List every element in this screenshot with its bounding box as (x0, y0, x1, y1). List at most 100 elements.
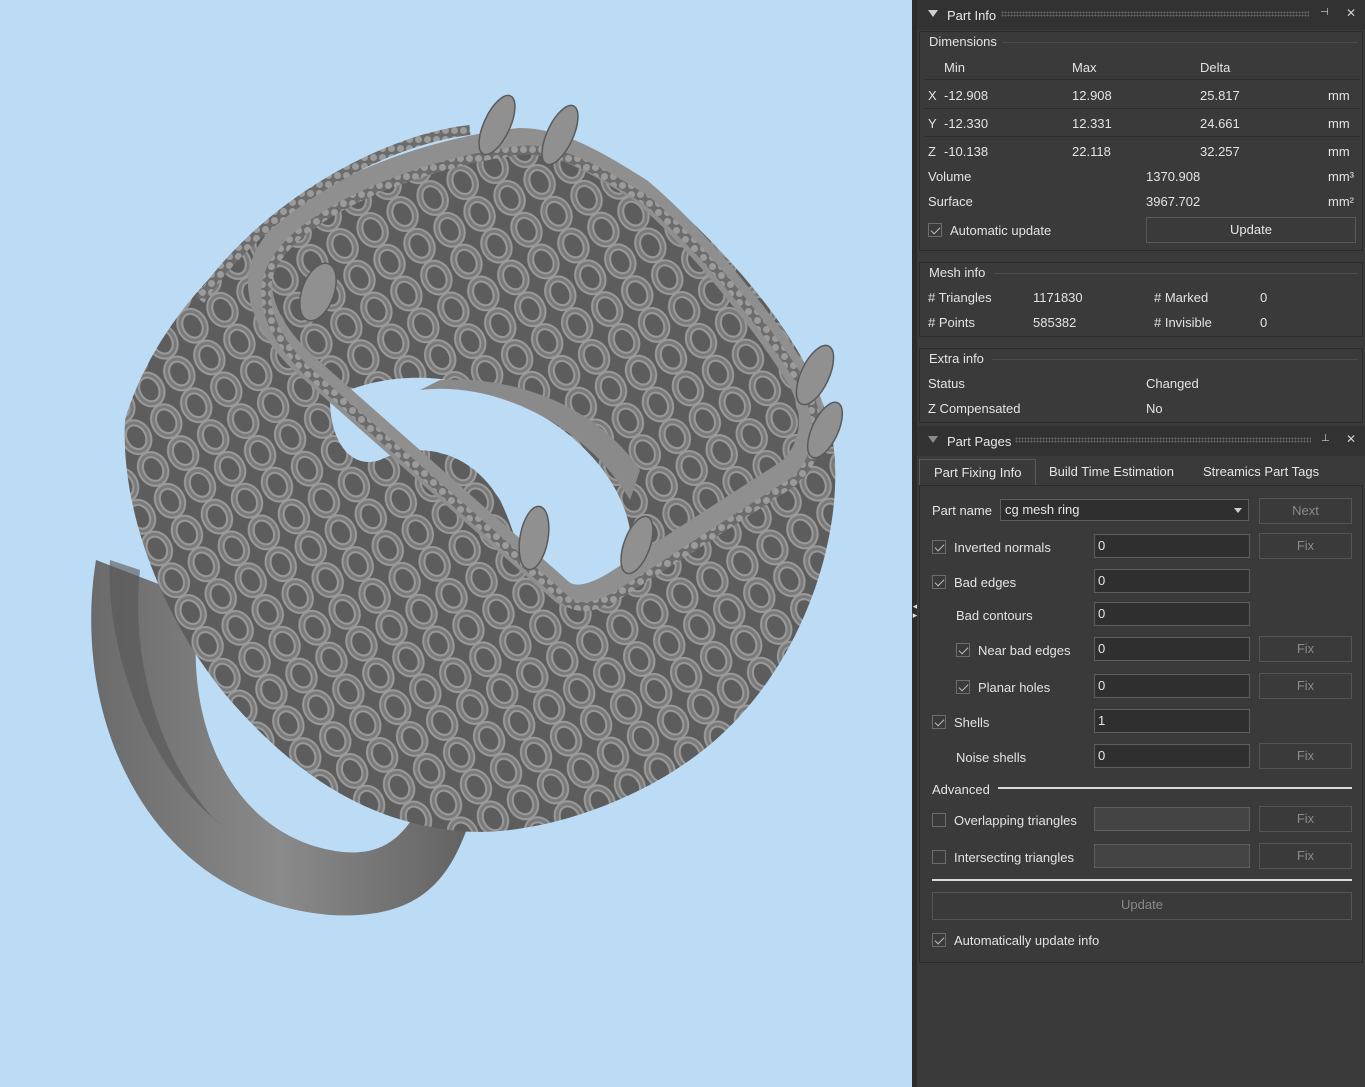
header-delta: Delta (1200, 60, 1231, 75)
z-min: -10.138 (944, 144, 989, 159)
bad-contours-label: Bad contours (956, 608, 1033, 623)
part-name-label: Part name (932, 503, 992, 518)
close-icon[interactable]: ✕ (1346, 6, 1356, 20)
intersecting-triangles-label: Intersecting triangles (954, 850, 1074, 865)
header-max: Max (1072, 60, 1097, 75)
part-pages-titlebar[interactable]: Part Pages ⊥ ✕ (917, 426, 1365, 456)
overlapping-triangles-checkbox[interactable] (932, 813, 946, 827)
automatic-update-label: Automatic update (950, 223, 1052, 238)
drag-grip[interactable] (1001, 11, 1309, 17)
inverted-normals-field: 0 (1094, 534, 1250, 558)
y-unit: mm (1328, 116, 1350, 131)
noise-shells-fix-button[interactable]: Fix (1259, 743, 1352, 769)
planar-holes-label: Planar holes (978, 680, 1051, 695)
part-fixing-page: Part name cg mesh ring Next Inverted nor… (919, 485, 1363, 963)
chevron-down-icon (1234, 508, 1242, 513)
axis-x-label: X (928, 88, 937, 103)
inverted-normals-label: Inverted normals (954, 540, 1051, 555)
part-name-value: cg mesh ring (1005, 502, 1080, 517)
intersecting-triangles-field (1094, 844, 1250, 868)
close-icon[interactable]: ✕ (1346, 432, 1356, 446)
x-min: -12.908 (944, 88, 989, 103)
x-max: 12.908 (1072, 88, 1112, 103)
x-delta: 25.817 (1200, 88, 1240, 103)
3d-viewport[interactable] (0, 0, 912, 1087)
z-compensated-label: Z Compensated (928, 401, 1021, 416)
advanced-divider (998, 787, 1352, 789)
collapse-triangle-icon[interactable] (928, 10, 938, 17)
next-button[interactable]: Next (1259, 498, 1352, 524)
planar-holes-field: 0 (1094, 674, 1250, 698)
y-delta: 24.661 (1200, 116, 1240, 131)
invisible-label: # Invisible (1154, 315, 1212, 330)
volume-label: Volume (928, 169, 972, 184)
marked-value: 0 (1260, 290, 1268, 305)
shells-checkbox[interactable] (932, 715, 946, 729)
surface-label: Surface (928, 194, 973, 209)
separator (932, 879, 1352, 881)
volume-value: 1370.908 (1146, 169, 1201, 184)
noise-shells-field: 0 (1094, 744, 1250, 768)
intersecting-triangles-fix-button[interactable]: Fix (1259, 843, 1352, 869)
extra-info-group: Extra info Status Changed Z Compensated … (919, 348, 1363, 423)
planar-holes-checkbox[interactable] (956, 680, 970, 694)
right-panel: Part Info ⊣ ✕ Dimensions Min Max Delta X… (917, 0, 1365, 1087)
drag-grip[interactable] (1015, 437, 1311, 443)
x-unit: mm (1328, 88, 1350, 103)
part-name-dropdown[interactable]: cg mesh ring (1000, 499, 1249, 521)
overlapping-triangles-fix-button[interactable]: Fix (1259, 806, 1352, 832)
status-value: Changed (1146, 376, 1199, 391)
y-max: 12.331 (1072, 116, 1112, 131)
axis-y-label: Y (928, 116, 937, 131)
bad-edges-checkbox[interactable] (932, 575, 946, 589)
advanced-label: Advanced (932, 782, 990, 797)
auto-update-info-checkbox[interactable] (932, 933, 946, 947)
shells-field: 1 (1094, 709, 1250, 733)
z-compensated-value: No (1146, 401, 1163, 416)
header-min: Min (944, 60, 965, 75)
z-delta: 32.257 (1200, 144, 1240, 159)
near-bad-edges-label: Near bad edges (978, 643, 1071, 658)
planar-holes-fix-button[interactable]: Fix (1259, 673, 1352, 699)
mesh-info-title: Mesh info (929, 265, 986, 280)
z-unit: mm (1328, 144, 1350, 159)
dimensions-title: Dimensions (929, 34, 997, 49)
near-bad-edges-field: 0 (1094, 637, 1250, 661)
y-min: -12.330 (944, 116, 989, 131)
near-bad-edges-checkbox[interactable] (956, 643, 970, 657)
volume-unit: mm³ (1328, 169, 1354, 184)
intersecting-triangles-checkbox[interactable] (932, 850, 946, 864)
invisible-value: 0 (1260, 315, 1268, 330)
bad-edges-label: Bad edges (954, 575, 1017, 590)
shells-label: Shells (954, 715, 990, 730)
tab-part-fixing-info[interactable]: Part Fixing Info (919, 459, 1037, 486)
part-pages-update-button[interactable]: Update (932, 892, 1352, 920)
triangles-label: # Triangles (928, 290, 992, 305)
points-value: 585382 (1033, 315, 1077, 330)
points-label: # Points (928, 315, 975, 330)
axis-z-label: Z (928, 144, 936, 159)
tab-build-time-estimation[interactable]: Build Time Estimation (1035, 459, 1188, 486)
z-max: 22.118 (1072, 144, 1111, 159)
noise-shells-label: Noise shells (956, 750, 1027, 765)
bad-contours-field: 0 (1094, 602, 1250, 626)
part-info-title: Part Info (947, 8, 997, 23)
part-pages-title: Part Pages (947, 434, 1012, 449)
inverted-normals-fix-button[interactable]: Fix (1259, 533, 1352, 559)
part-info-titlebar[interactable]: Part Info ⊣ ✕ (917, 0, 1365, 30)
near-bad-edges-fix-button[interactable]: Fix (1259, 636, 1352, 662)
inverted-normals-checkbox[interactable] (932, 540, 946, 554)
extra-info-title: Extra info (929, 351, 984, 366)
pin-icon[interactable]: ⊥ (1321, 433, 1330, 444)
dimensions-update-button[interactable]: Update (1146, 217, 1356, 243)
overlapping-triangles-field (1094, 807, 1250, 831)
auto-update-info-label: Automatically update info (954, 933, 1100, 948)
mesh-info-group: Mesh info # Triangles 1171830 # Marked 0… (919, 262, 1363, 337)
marked-label: # Marked (1154, 290, 1209, 305)
surface-value: 3967.702 (1146, 194, 1201, 209)
collapse-triangle-icon[interactable] (928, 436, 938, 443)
automatic-update-checkbox[interactable] (928, 223, 942, 237)
float-icon[interactable]: ⊣ (1320, 7, 1329, 18)
tab-streamics-part-tags[interactable]: Streamics Part Tags (1189, 459, 1333, 486)
bad-edges-field: 0 (1094, 569, 1250, 593)
